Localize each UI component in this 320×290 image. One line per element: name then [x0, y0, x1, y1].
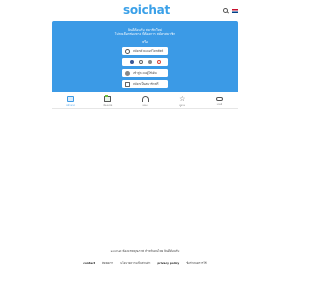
- phone-signup-button[interactable]: สมัครด้วยเบอร์โทรศัพท์: [122, 47, 168, 55]
- nav-item-horoscope[interactable]: ☆ ดูดวง: [164, 92, 201, 108]
- google-icon[interactable]: [138, 60, 143, 64]
- signup-card: ยินดีต้อนรับ สมาชิกใหม่ โปรดเลือกช่องทาง…: [52, 21, 238, 92]
- google-plus-icon[interactable]: [156, 60, 161, 64]
- star-icon: ☆: [179, 95, 186, 103]
- nav-label-music: เพลง: [142, 104, 148, 107]
- nav-item-music[interactable]: เพลง: [126, 92, 163, 108]
- footer-link-contact[interactable]: contact: [83, 261, 95, 266]
- header: soichat: [0, 0, 290, 20]
- welcome-line-2: โปรดเลือกช่องทาง ที่ต้องการ สมัครสมาชิก: [114, 32, 176, 37]
- twitter-icon[interactable]: [147, 60, 152, 64]
- free-signup-label: สมัครเป็นสมาชิกฟรี: [133, 81, 159, 86]
- facebook-icon[interactable]: [129, 60, 134, 64]
- footer-copyright: soichat ห้องแชทคุณภาพ สำหรับคนไทย ยินดีต…: [110, 249, 180, 253]
- nav-label-chat: ห้องแชท: [103, 104, 113, 107]
- footer-link-contact-th[interactable]: ติดต่อเรา: [102, 261, 113, 266]
- uk-flag-icon[interactable]: [232, 8, 238, 13]
- page: soichat ยินดีต้อนรับ สมาชิกใหม่ โปรดเลือ…: [0, 0, 290, 290]
- bottom-nav: หน้าแรก ห้องแชท เพลง ☆ ดูดวง เกมส์: [52, 92, 238, 109]
- edit-icon: [125, 81, 130, 87]
- search-icon[interactable]: [223, 8, 228, 13]
- footer-link-privacy-th[interactable]: นโยบายความเป็นส่วนตัว: [120, 261, 150, 266]
- phone-icon: [125, 48, 130, 54]
- site-logo[interactable]: soichat: [123, 3, 170, 17]
- gamepad-icon: [215, 97, 223, 101]
- footer-link-terms[interactable]: ข้อกำหนดการใช้: [186, 261, 206, 266]
- nav-label-home: หน้าแรก: [66, 104, 76, 107]
- free-signup-button[interactable]: สมัครเป็นสมาชิกฟรี: [122, 80, 168, 88]
- nav-label-horoscope: ดูดวง: [179, 104, 186, 107]
- folder-icon: [104, 95, 112, 102]
- headset-icon: [141, 96, 149, 102]
- nav-item-home[interactable]: หน้าแรก: [52, 92, 89, 108]
- user-icon: [125, 70, 130, 76]
- nav-item-games[interactable]: เกมส์: [201, 92, 238, 108]
- existing-member-label: เข้าสู่ระบบผู้ใช้เดิม: [133, 70, 157, 75]
- or-text: หรือ: [142, 39, 148, 44]
- header-icons: [223, 8, 238, 13]
- existing-member-button[interactable]: เข้าสู่ระบบผู้ใช้เดิม: [122, 69, 168, 77]
- footer-links: contact ติดต่อเรา นโยบายความเป็นส่วนตัว …: [0, 261, 290, 266]
- welcome-text: ยินดีต้อนรับ สมาชิกใหม่ โปรดเลือกช่องทาง…: [52, 28, 238, 36]
- home-icon: [67, 96, 75, 102]
- phone-signup-label: สมัครด้วยเบอร์โทรศัพท์: [133, 48, 164, 53]
- nav-item-chat[interactable]: ห้องแชท: [89, 92, 126, 108]
- social-login-row: [122, 58, 168, 66]
- nav-label-games: เกมส์: [216, 103, 223, 106]
- footer-link-privacy[interactable]: privacy policy: [157, 261, 179, 266]
